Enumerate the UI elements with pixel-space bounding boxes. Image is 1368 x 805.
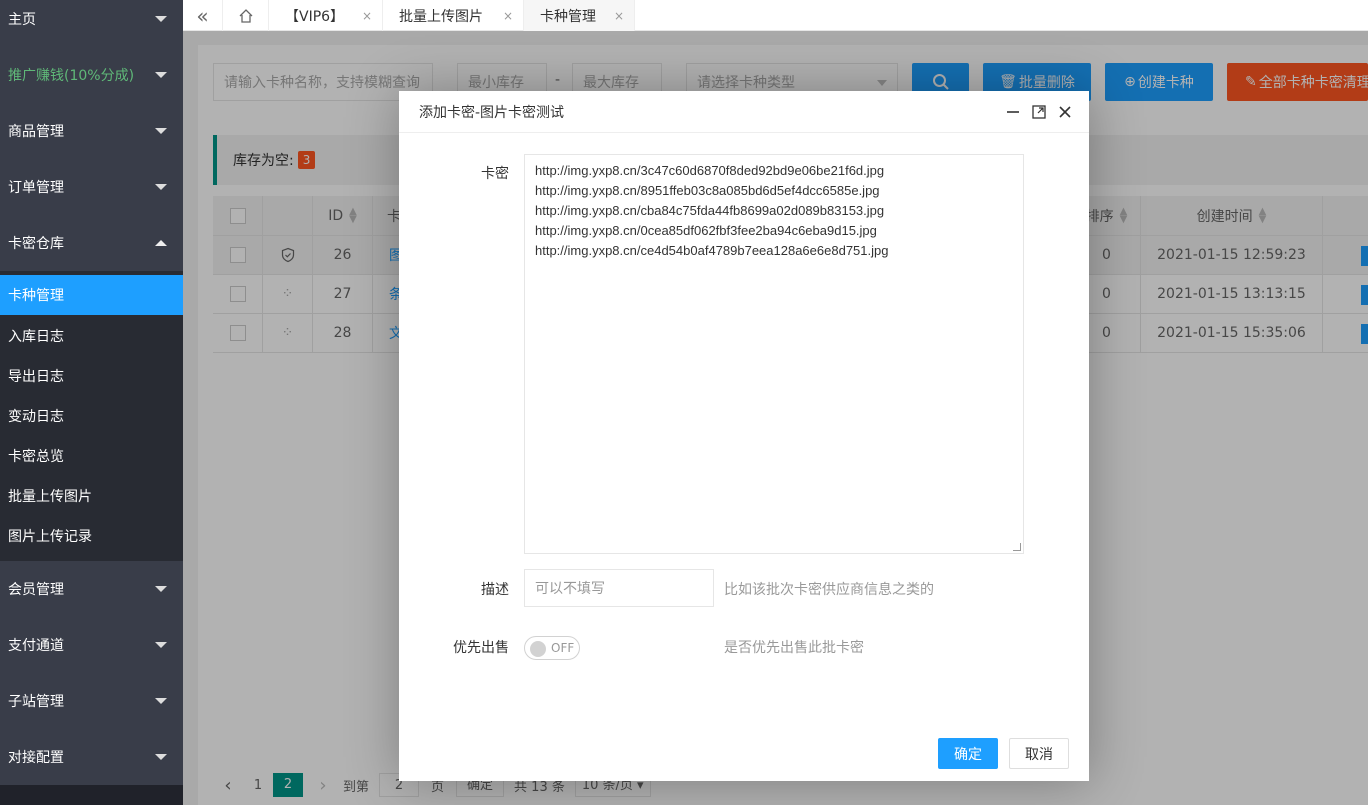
dialog-title: 添加卡密-图片卡密测试 xyxy=(419,104,565,121)
nav-promotion[interactable]: 推广赚钱(10%分成) xyxy=(0,47,183,103)
sub-item-card-overview[interactable]: 卡密总览 xyxy=(0,436,183,476)
card-secret-textarea[interactable]: http://img.yxp8.cn/3c47c60d6870f8ded92bd… xyxy=(524,154,1024,554)
card-line: http://img.yxp8.cn/3c47c60d6870f8ded92bd… xyxy=(535,163,885,178)
resize-handle-icon[interactable] xyxy=(1013,543,1021,551)
tab-bar: « 【VIP6】 × 批量上传图片 × 卡种管理 × xyxy=(183,0,1368,31)
chevron-down-icon xyxy=(155,754,167,760)
card-warehouse-submenu: 卡种管理 入库日志 导出日志 变动日志 卡密总览 批量上传图片 图片上传记录 xyxy=(0,271,183,561)
priority-sale-hint: 是否优先出售此批卡密 xyxy=(724,640,864,656)
close-icon[interactable] xyxy=(1055,102,1075,122)
chevron-down-icon xyxy=(155,184,167,190)
nav-substations-label: 子站管理 xyxy=(8,694,64,710)
chevron-down-icon xyxy=(155,16,167,22)
cancel-button[interactable]: 取消 xyxy=(1009,738,1069,769)
home-icon[interactable] xyxy=(223,0,269,31)
nav-members-label: 会员管理 xyxy=(8,582,64,598)
chevron-down-icon xyxy=(155,128,167,134)
card-line: http://img.yxp8.cn/8951ffeb03c8a085bd6d5… xyxy=(535,183,880,198)
nav-promotion-label: 推广赚钱(10%分成) xyxy=(8,68,135,84)
sub-item-label: 导出日志 xyxy=(8,369,64,385)
nav-products[interactable]: 商品管理 xyxy=(0,103,183,159)
chevron-up-icon xyxy=(155,240,167,246)
tab-label: 卡种管理 xyxy=(540,8,596,25)
sub-item-upload-records[interactable]: 图片上传记录 xyxy=(0,516,183,556)
sub-item-label: 图片上传记录 xyxy=(8,529,92,545)
nav-card-warehouse[interactable]: 卡密仓库 xyxy=(0,215,183,271)
nav-substations[interactable]: 子站管理 xyxy=(0,673,183,729)
confirm-button[interactable]: 确定 xyxy=(938,738,998,769)
nav-integration[interactable]: 对接配置 xyxy=(0,729,183,785)
description-input[interactable]: 可以不填写 xyxy=(524,569,714,607)
nav-orders-label: 订单管理 xyxy=(8,180,64,196)
nav-products-label: 商品管理 xyxy=(8,124,64,140)
tab-vip6[interactable]: 【VIP6】 × xyxy=(269,0,383,31)
chevron-down-icon xyxy=(155,586,167,592)
toggle-state-text: OFF xyxy=(551,641,575,655)
nav-integration-label: 对接配置 xyxy=(8,750,64,766)
card-line: http://img.yxp8.cn/0cea85df062fbf3fee2ba… xyxy=(535,223,877,238)
sub-item-label: 变动日志 xyxy=(8,409,64,425)
sub-item-label: 入库日志 xyxy=(8,329,64,345)
chevron-down-icon xyxy=(155,72,167,78)
close-icon[interactable]: × xyxy=(614,9,624,23)
tab-batch-upload[interactable]: 批量上传图片 × xyxy=(383,0,524,31)
toggle-knob xyxy=(530,641,546,657)
sidebar: 主页 推广赚钱(10%分成) 商品管理 订单管理 卡密仓库 卡种管理 入库日志 … xyxy=(0,0,183,805)
nav-members[interactable]: 会员管理 xyxy=(0,561,183,617)
description-hint: 比如该批次卡密供应商信息之类的 xyxy=(724,582,934,598)
nav-home-label: 主页 xyxy=(8,12,36,28)
nav-card-warehouse-label: 卡密仓库 xyxy=(8,236,64,252)
description-label: 描述 xyxy=(481,582,509,598)
card-line: http://img.yxp8.cn/cba84c75fda44fb8699a0… xyxy=(535,203,885,218)
nav-payment-label: 支付通道 xyxy=(8,638,64,654)
tab-label: 【VIP6】 xyxy=(285,8,345,25)
card-secret-label: 卡密 xyxy=(481,166,509,182)
close-icon[interactable]: × xyxy=(503,9,513,23)
collapse-sidebar-icon[interactable]: « xyxy=(183,0,223,31)
priority-sale-toggle[interactable]: OFF xyxy=(524,636,580,660)
sub-item-export-log[interactable]: 导出日志 xyxy=(0,356,183,396)
chevron-down-icon xyxy=(155,642,167,648)
sub-item-card-types[interactable]: 卡种管理 xyxy=(0,275,183,315)
nav-orders[interactable]: 订单管理 xyxy=(0,159,183,215)
dialog-title-bar: 添加卡密-图片卡密测试 xyxy=(399,91,1089,133)
nav-home[interactable]: 主页 xyxy=(0,0,183,47)
sub-item-batch-upload[interactable]: 批量上传图片 xyxy=(0,476,183,516)
chevron-down-icon xyxy=(155,698,167,704)
maximize-icon[interactable] xyxy=(1029,102,1049,122)
priority-sale-label: 优先出售 xyxy=(453,640,509,656)
minimize-icon[interactable] xyxy=(1003,102,1023,122)
tab-card-types[interactable]: 卡种管理 × xyxy=(524,0,635,31)
sub-item-change-log[interactable]: 变动日志 xyxy=(0,396,183,436)
sub-item-label: 批量上传图片 xyxy=(8,489,92,505)
add-card-dialog: 添加卡密-图片卡密测试 卡密 http://img.yxp8.cn/3c47c6… xyxy=(399,91,1089,781)
close-icon[interactable]: × xyxy=(362,9,372,23)
sub-item-label: 卡密总览 xyxy=(8,449,64,465)
nav-payment[interactable]: 支付通道 xyxy=(0,617,183,673)
sub-item-label: 卡种管理 xyxy=(8,288,64,304)
sub-item-stock-in-log[interactable]: 入库日志 xyxy=(0,316,183,356)
tab-label: 批量上传图片 xyxy=(399,8,483,25)
card-line: http://img.yxp8.cn/ce4d54b0af4789b7eea12… xyxy=(535,243,889,258)
